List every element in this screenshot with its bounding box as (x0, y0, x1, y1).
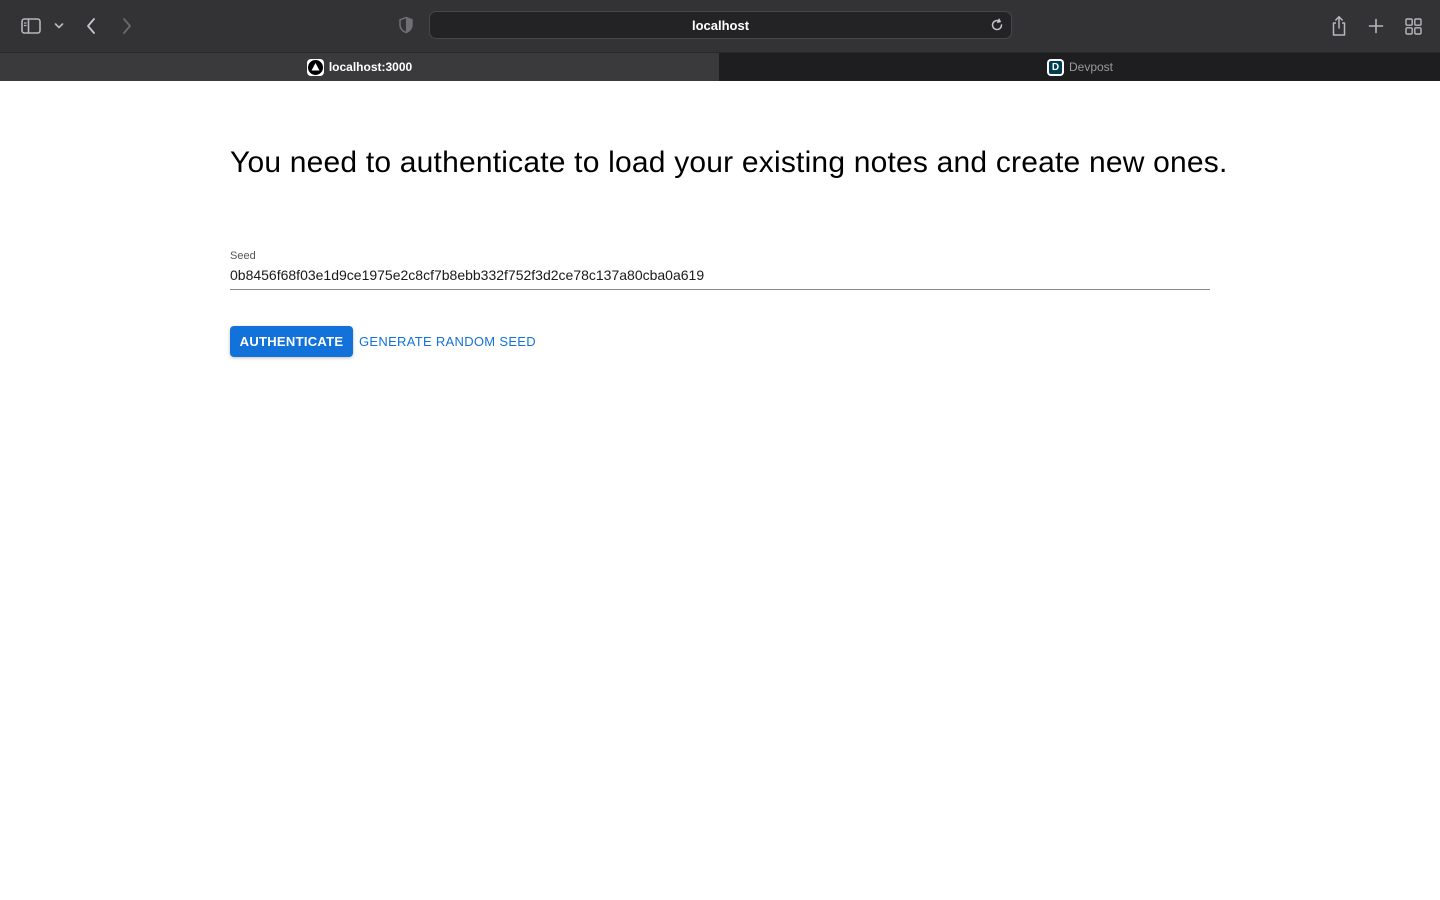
seed-label: Seed (230, 250, 256, 262)
authenticate-button[interactable]: AUTHENTICATE (230, 326, 353, 357)
share-icon[interactable] (1329, 13, 1349, 39)
tab-localhost[interactable]: localhost:3000 (0, 53, 719, 81)
generate-random-seed-button[interactable]: GENERATE RANDOM SEED (359, 326, 536, 357)
tab-label: Devpost (1068, 60, 1114, 74)
address-bar[interactable]: localhost (429, 11, 1012, 39)
back-icon[interactable] (82, 13, 100, 39)
sidebar-icon[interactable] (20, 13, 42, 39)
tab-overview-icon[interactable] (1403, 13, 1423, 39)
tab-bar: localhost:3000 D Devpost (0, 52, 1440, 81)
privacy-shield-icon[interactable] (397, 16, 415, 34)
page-title: You need to authenticate to load your ex… (230, 146, 1228, 179)
seed-input[interactable] (230, 267, 1210, 290)
vercel-triangle-icon (306, 58, 324, 76)
tab-devpost[interactable]: D Devpost (720, 53, 1440, 81)
browser-toolbar: localhost (0, 0, 1440, 52)
reload-icon[interactable] (989, 17, 1005, 33)
devpost-icon: D (1046, 58, 1064, 76)
chevron-down-icon[interactable] (52, 13, 66, 39)
forward-icon[interactable] (118, 13, 136, 39)
new-tab-icon[interactable] (1366, 13, 1386, 39)
address-text: localhost (691, 17, 750, 33)
tab-label: localhost:3000 (328, 60, 413, 74)
seed-field: Seed (230, 250, 1210, 290)
